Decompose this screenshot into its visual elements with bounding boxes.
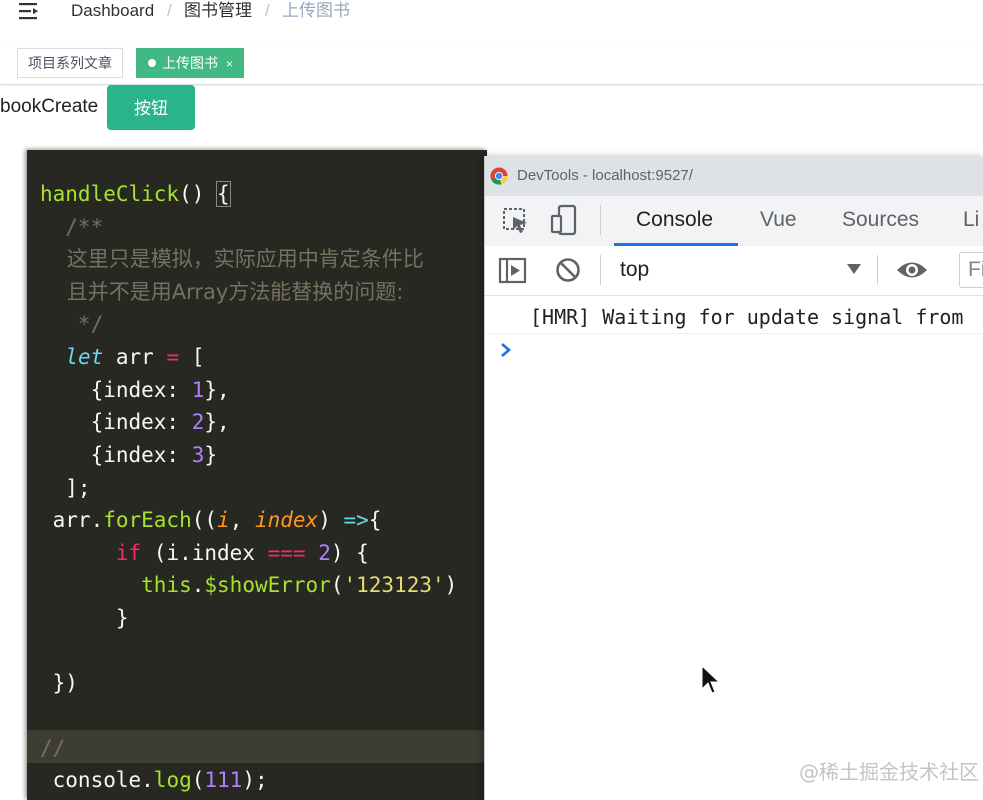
code-line: ]; [40,476,91,500]
eye-icon[interactable] [895,259,929,281]
active-dot-icon [148,59,156,68]
code-line: handleClick() { [40,181,231,207]
tab-console[interactable]: Console [636,208,713,232]
toolbar-divider [600,255,601,285]
clear-console-icon[interactable] [555,257,581,283]
code-line: }) [40,671,78,695]
code-line: */ [40,312,104,336]
code-line: // [40,736,66,760]
code-line: let arr = [ [65,345,205,369]
tag-upload-book[interactable]: 上传图书 × [136,48,245,78]
tab-lighthouse[interactable]: Li [963,208,979,232]
console-prompt-icon[interactable] [500,342,512,358]
close-icon[interactable]: × [226,50,233,78]
tag-label: 项目系列文章 [28,55,112,71]
breadcrumb-separator: / [167,1,172,20]
toolbar-divider [877,255,878,285]
breadcrumb-dashboard[interactable]: Dashboard [71,1,154,21]
devtools-tabbar: Console Vue Sources Li [485,196,983,247]
watermark: @稀土掘金技术社区 [799,760,979,784]
code-line: } [40,606,129,630]
device-toolbar-icon[interactable] [549,204,579,236]
filter-input[interactable]: Fi [959,252,983,288]
toolbar-divider [600,205,601,235]
tags-view: 项目系列文章 上传图书 × [0,44,983,85]
component-text: bookCreate [0,96,99,117]
code-line: this.$showError('123123') [141,573,458,597]
sidebar-toggle-icon[interactable] [498,256,528,286]
console-toolbar: top Fi [485,246,983,296]
tag-project-series[interactable]: 项目系列文章 [17,48,123,78]
devtools-titlebar: DevTools - localhost:9527/ [485,156,983,196]
tab-vue[interactable]: Vue [760,208,797,232]
code-line: /** [40,215,104,239]
tab-sources[interactable]: Sources [842,208,919,232]
breadcrumb-book-management[interactable]: 图书管理 [184,1,252,21]
inspect-element-icon[interactable] [501,206,531,236]
devtools-title: DevTools - localhost:9527/ [517,167,693,184]
code-line: console.log(111); [40,768,268,792]
navbar: Dashboard / 图书管理 / 上传图书 [0,0,983,45]
code-line: {index: 2}, [40,410,230,434]
code-line: {index: 3} [40,443,218,467]
tag-label: 上传图书 [162,55,218,71]
chevron-down-icon[interactable] [847,264,861,274]
code-line: 这里只是模拟，实际应用中肯定条件比 [40,247,424,271]
devtools-window: DevTools - localhost:9527/ Console Vue S… [484,156,983,800]
code-line: arr.forEach((i, index) =>{ [40,508,382,532]
code-line: 且并不是用Array方法能替换的问题: [40,280,404,304]
code-line: if (i.index === 2) { [115,541,369,565]
hamburger-icon[interactable] [19,2,41,20]
primary-button[interactable]: 按钮 [107,85,195,130]
context-selector[interactable]: top [620,258,649,282]
breadcrumb-separator: / [265,1,270,20]
code-line: {index: 1}, [40,378,230,402]
breadcrumb-upload-book: 上传图书 [282,1,350,20]
current-line-highlight [27,730,487,763]
mouse-cursor-icon [701,665,720,694]
chrome-icon [490,167,508,185]
console-message: [HMR] Waiting for update signal from [485,296,983,334]
code-editor[interactable]: handleClick() { /** 这里只是模拟，实际应用中肯定条件比 且并… [27,150,487,800]
